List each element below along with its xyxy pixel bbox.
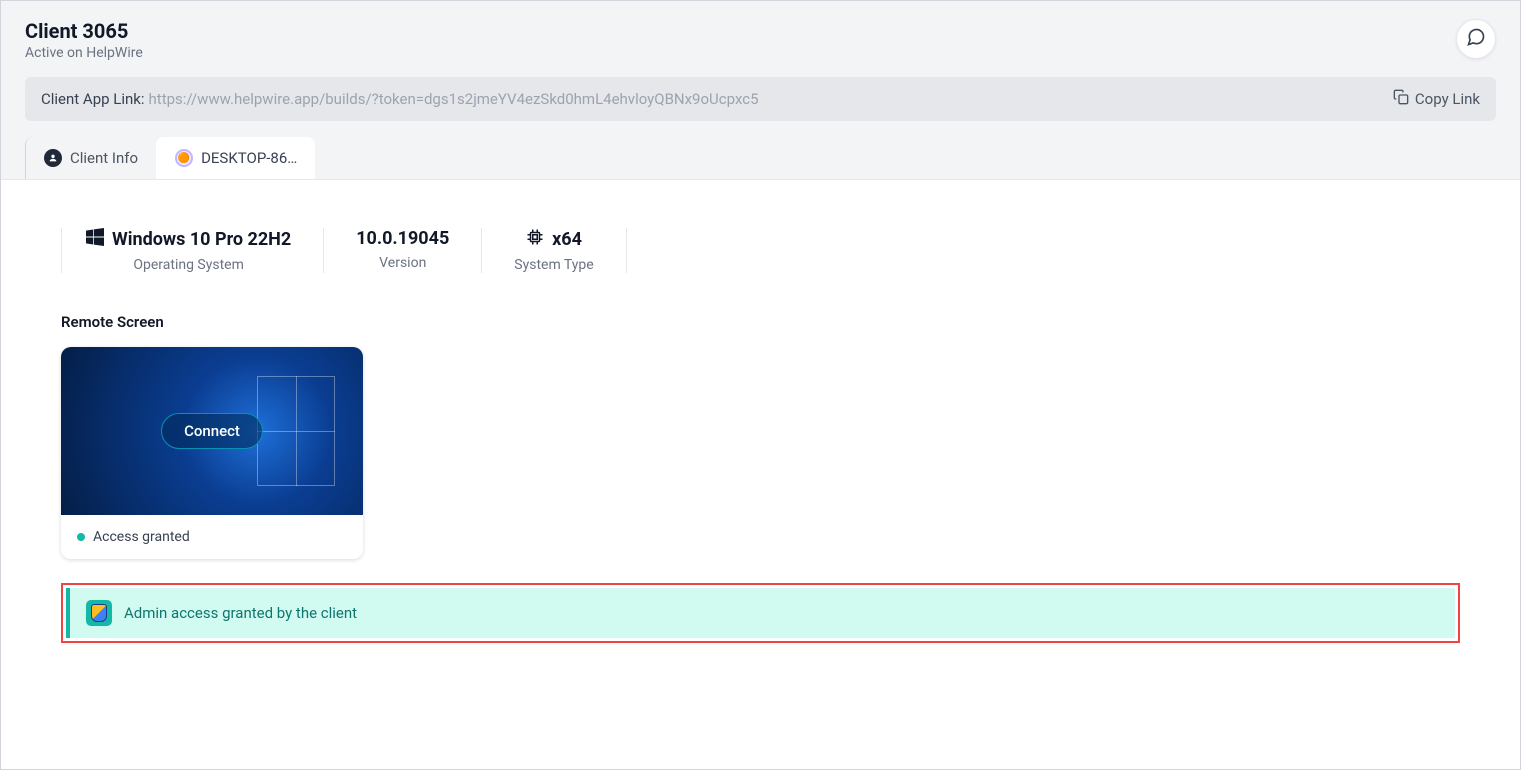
copy-icon — [1393, 89, 1409, 109]
link-label: Client App Link: — [41, 90, 145, 108]
client-subtitle: Active on HelpWire — [25, 45, 143, 61]
info-version-value: 10.0.19045 — [356, 228, 449, 249]
shield-icon — [86, 600, 112, 626]
tab-client-info[interactable]: Client Info — [25, 137, 156, 179]
title-block: Client 3065 Active on HelpWire — [25, 19, 143, 61]
header-top: Client 3065 Active on HelpWire — [25, 19, 1496, 61]
status-text: Access granted — [93, 529, 190, 545]
cpu-icon — [526, 228, 544, 251]
user-icon — [44, 149, 62, 167]
system-info-row: Windows 10 Pro 22H2 Operating System 10.… — [61, 228, 1460, 273]
link-left: Client App Link: https://www.helpwire.ap… — [41, 90, 759, 108]
chat-button[interactable] — [1456, 19, 1496, 59]
client-app-link-bar: Client App Link: https://www.helpwire.ap… — [25, 77, 1496, 121]
windows-logo-frame — [257, 376, 335, 486]
info-os-value: Windows 10 Pro 22H2 — [86, 228, 291, 251]
remote-screen-title: Remote Screen — [61, 313, 1460, 331]
admin-access-text: Admin access granted by the client — [124, 604, 357, 622]
remote-screen-footer: Access granted — [61, 515, 363, 559]
admin-access-banner: Admin access granted by the client — [61, 583, 1460, 643]
info-os-label: Operating System — [86, 257, 291, 273]
desktop-icon: 🟠 — [175, 149, 193, 167]
info-os: Windows 10 Pro 22H2 Operating System — [61, 228, 324, 273]
link-url: https://www.helpwire.app/builds/?token=d… — [149, 90, 759, 108]
info-version: 10.0.19045 Version — [324, 228, 482, 273]
tab-desktop-label: DESKTOP-86… — [201, 149, 297, 167]
client-title: Client 3065 — [25, 19, 143, 43]
status-dot-icon — [77, 533, 85, 541]
arch-text: x64 — [552, 229, 582, 250]
copy-link-button[interactable]: Copy Link — [1393, 89, 1480, 109]
admin-access-inner: Admin access granted by the client — [66, 588, 1455, 638]
content-area: Windows 10 Pro 22H2 Operating System 10.… — [1, 180, 1520, 691]
windows-icon — [86, 228, 104, 251]
connect-button[interactable]: Connect — [161, 413, 263, 449]
info-arch: x64 System Type — [482, 228, 626, 273]
info-arch-value: x64 — [514, 228, 593, 251]
tab-desktop[interactable]: 🟠 DESKTOP-86… — [156, 137, 315, 179]
os-text: Windows 10 Pro 22H2 — [112, 229, 291, 250]
info-version-label: Version — [356, 255, 449, 271]
tab-client-info-label: Client Info — [70, 149, 138, 167]
header-section: Client 3065 Active on HelpWire Client Ap… — [1, 1, 1520, 180]
info-arch-label: System Type — [514, 257, 593, 273]
chat-icon — [1466, 27, 1486, 51]
tabs: Client Info 🟠 DESKTOP-86… — [25, 137, 1496, 179]
copy-link-label: Copy Link — [1415, 90, 1480, 108]
remote-screen-preview[interactable]: Connect — [61, 347, 363, 515]
remote-screen-card: Connect Access granted — [61, 347, 363, 559]
